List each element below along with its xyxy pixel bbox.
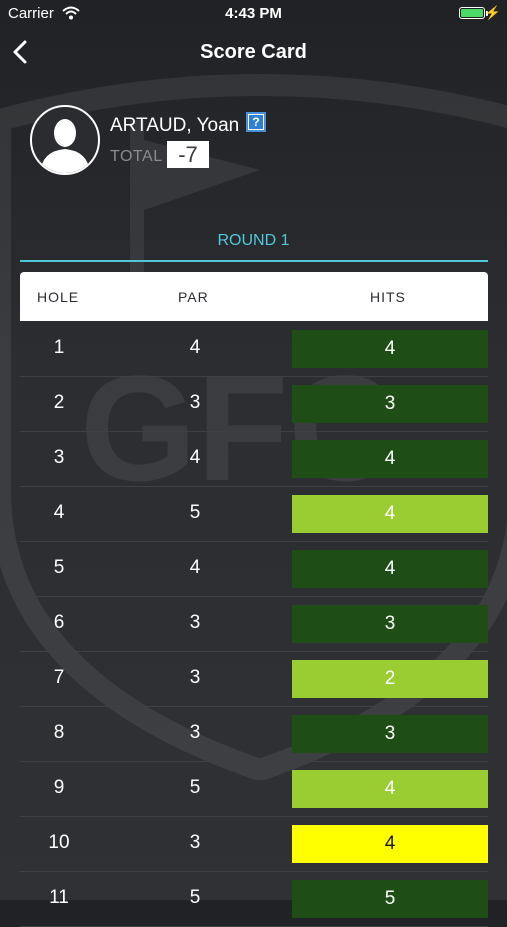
par-value: 3 (189, 722, 201, 743)
table-row: 1 4 4 (20, 322, 488, 377)
help-label: ? (249, 115, 263, 129)
table-row: 8 3 3 (20, 707, 488, 762)
hits-value[interactable]: 3 (292, 605, 488, 643)
charging-icon: ⚡ (484, 5, 501, 20)
hits-value[interactable]: 4 (292, 440, 488, 478)
hole-number: 7 (53, 667, 65, 688)
hole-number: 1 (53, 337, 65, 358)
hits-value[interactable]: 3 (292, 715, 488, 753)
person-icon (40, 119, 90, 173)
total-score: -7 (167, 141, 209, 168)
table-row: 6 3 3 (20, 597, 488, 652)
column-header-par: PAR (178, 289, 209, 305)
hits-value[interactable]: 4 (292, 495, 488, 533)
hits-value[interactable]: 2 (292, 660, 488, 698)
page-title: Score Card (200, 41, 307, 63)
hole-number: 5 (53, 557, 65, 578)
par-value: 5 (189, 777, 201, 798)
table-header: HOLE PAR HITS (20, 272, 488, 321)
table-row: 10 3 4 (20, 817, 488, 872)
hits-value[interactable]: 5 (292, 880, 488, 918)
hole-number: 2 (53, 392, 65, 413)
clock: 4:43 PM (225, 5, 282, 22)
battery-icon (459, 7, 485, 19)
table-row: 7 3 2 (20, 652, 488, 707)
column-header-hole: HOLE (37, 289, 80, 305)
total-label: TOTAL (110, 148, 163, 165)
column-header-hits: HITS (370, 289, 406, 305)
hole-number: 11 (49, 887, 69, 908)
status-bar: Carrier 4:43 PM ⚡ (0, 0, 507, 28)
hole-number: 3 (53, 447, 65, 468)
par-value: 4 (189, 447, 201, 468)
player-name: ARTAUD, Yoan (110, 115, 240, 136)
help-icon[interactable]: ? (246, 112, 266, 132)
round-tab-underline (20, 260, 488, 262)
par-value: 5 (189, 887, 201, 908)
table-row: 4 5 4 (20, 487, 488, 542)
table-row: 3 4 4 (20, 432, 488, 487)
par-value: 3 (189, 392, 201, 413)
hits-value[interactable]: 4 (292, 330, 488, 368)
table-row: 2 3 3 (20, 377, 488, 432)
hole-number: 9 (53, 777, 65, 798)
hole-number: 4 (53, 502, 65, 523)
table-row: 5 4 4 (20, 542, 488, 597)
par-value: 4 (189, 337, 201, 358)
hole-number: 10 (48, 832, 70, 853)
par-value: 4 (189, 557, 201, 578)
hole-number: 6 (53, 612, 65, 633)
par-value: 3 (189, 612, 201, 633)
nav-bar: Score Card (0, 30, 507, 74)
score-table: 1 4 4 2 3 3 3 4 4 4 5 4 5 4 4 6 3 3 7 3 … (20, 322, 488, 927)
par-value: 3 (189, 832, 201, 853)
par-value: 5 (189, 502, 201, 523)
hits-value[interactable]: 3 (292, 385, 488, 423)
hits-value[interactable]: 4 (292, 550, 488, 588)
tab-round-1[interactable]: ROUND 1 (0, 232, 507, 250)
table-row: 9 5 4 (20, 762, 488, 817)
par-value: 3 (189, 667, 201, 688)
hole-number: 8 (53, 722, 65, 743)
hits-value[interactable]: 4 (292, 770, 488, 808)
hits-value[interactable]: 4 (292, 825, 488, 863)
avatar (30, 105, 100, 175)
